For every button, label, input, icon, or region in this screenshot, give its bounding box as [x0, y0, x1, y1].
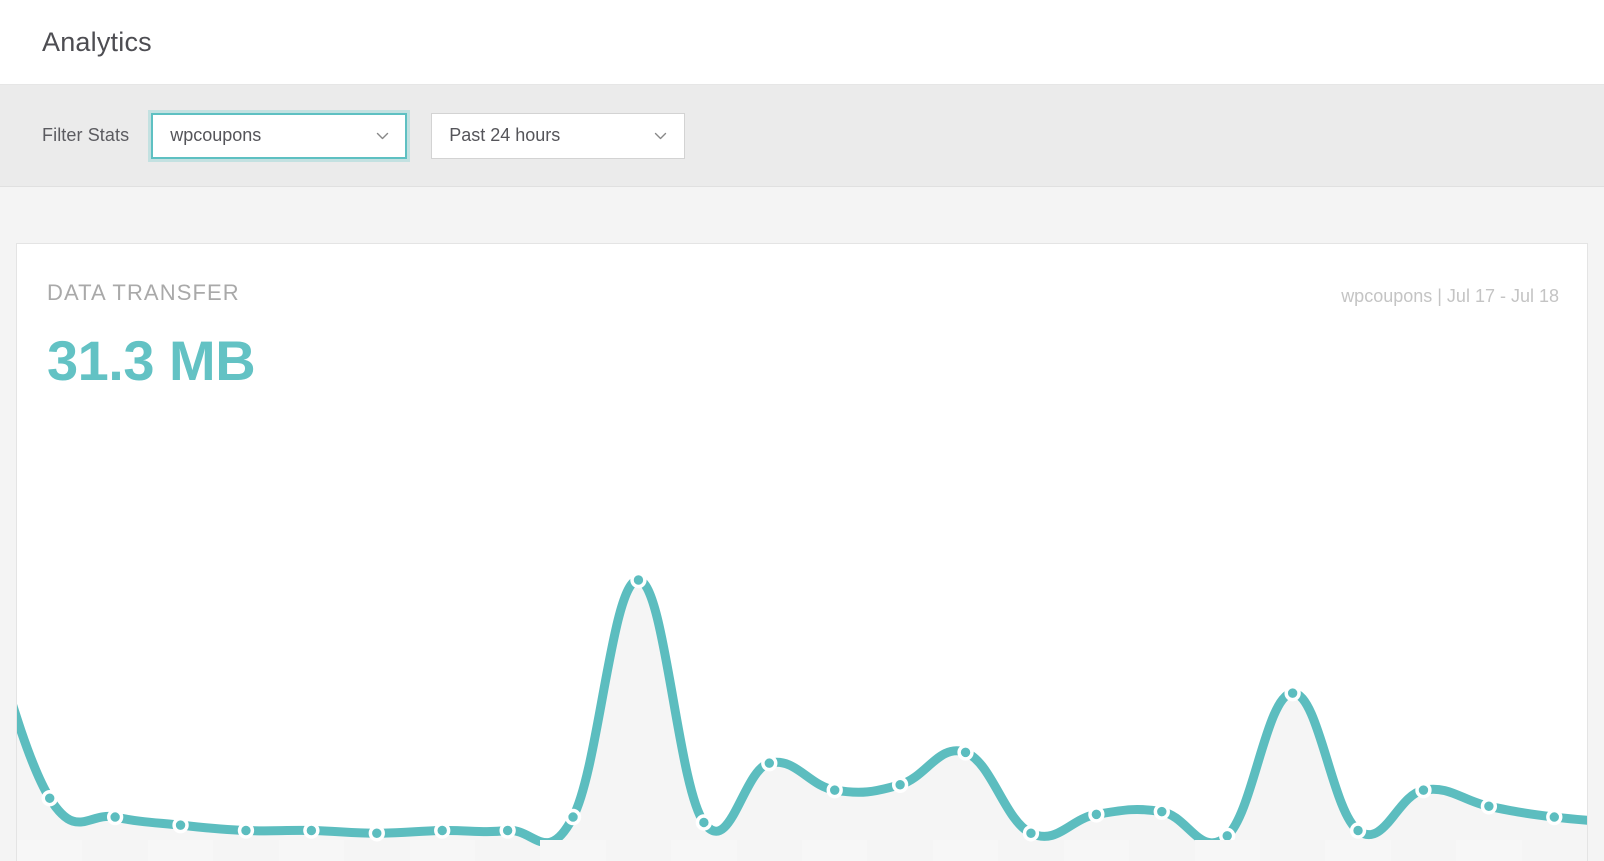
chart-data-point[interactable] [109, 811, 122, 824]
chart-data-point[interactable] [959, 746, 972, 759]
filter-stats-label: Filter Stats [42, 125, 129, 146]
chart-data-point[interactable] [1025, 827, 1038, 840]
x-axis-tick: 04:00 [344, 840, 409, 861]
page-title: Analytics [42, 27, 152, 58]
x-axis-tick: 19:00 [1325, 840, 1390, 861]
x-axis-tick: 23:00 [17, 840, 82, 861]
x-axis-tick: 16:00 [1129, 840, 1194, 861]
chart-data-point[interactable] [697, 816, 710, 829]
chart-data-point[interactable] [1090, 808, 1103, 821]
x-axis-tick: 00:00 [82, 840, 147, 861]
site-select[interactable]: wpcoupons [151, 113, 407, 159]
x-axis-tick: 12:00 [867, 840, 932, 861]
card-header: DATA TRANSFER wpcoupons | Jul 17 - Jul 1… [17, 244, 1587, 307]
chart-data-point[interactable] [436, 824, 449, 837]
x-axis-tick: 07:00 [540, 840, 605, 861]
x-axis-tick: 03:00 [279, 840, 344, 861]
x-axis-tick: 20:00 [1391, 840, 1456, 861]
chart-data-point[interactable] [763, 757, 776, 770]
page-header: Analytics [0, 0, 1604, 85]
chart-data-point[interactable] [1548, 811, 1561, 824]
x-axis-tick: 18:00 [1260, 840, 1325, 861]
x-axis-tick: 05:00 [410, 840, 475, 861]
chart-data-point[interactable] [174, 819, 187, 832]
x-axis-tick: 02:00 [213, 840, 278, 861]
chart-x-axis: 23:0000:0001:0002:0003:0004:0005:0006:00… [17, 840, 1587, 861]
chart-data-point[interactable] [1286, 687, 1299, 700]
chart-data-point[interactable] [43, 792, 56, 805]
site-select-value[interactable]: wpcoupons [151, 113, 407, 159]
chart-data-point[interactable] [370, 827, 383, 840]
chart-data-point[interactable] [501, 824, 514, 837]
chart-canvas [17, 562, 1587, 861]
content-area: DATA TRANSFER wpcoupons | Jul 17 - Jul 1… [0, 187, 1604, 861]
chart-data-point[interactable] [240, 824, 253, 837]
chart-data-point[interactable] [305, 824, 318, 837]
x-axis-tick: 22:00 [1522, 840, 1587, 861]
x-axis-tick: 21:00 [1456, 840, 1521, 861]
time-range-select-value[interactable]: Past 24 hours [431, 113, 685, 159]
chart-data-point[interactable] [1417, 784, 1430, 797]
chart-data-point[interactable] [1352, 824, 1365, 837]
card-meta: wpcoupons | Jul 17 - Jul 18 [1341, 280, 1559, 307]
chart-data-point[interactable] [567, 811, 580, 824]
chart-data-point[interactable] [1482, 800, 1495, 813]
data-transfer-chart: 23:0000:0001:0002:0003:0004:0005:0006:00… [17, 562, 1587, 861]
x-axis-tick: 17:00 [1195, 840, 1260, 861]
x-axis-tick: 14:00 [998, 840, 1063, 861]
chart-data-point[interactable] [894, 778, 907, 791]
chart-data-point[interactable] [828, 784, 841, 797]
x-axis-tick: 15:00 [1064, 840, 1129, 861]
time-range-select[interactable]: Past 24 hours [431, 113, 685, 159]
x-axis-tick: 01:00 [148, 840, 213, 861]
chart-data-point[interactable] [1155, 805, 1168, 818]
x-axis-tick: 13:00 [933, 840, 998, 861]
x-axis-tick: 10:00 [737, 840, 802, 861]
x-axis-tick: 08:00 [606, 840, 671, 861]
filter-bar: Filter Stats wpcoupons Past 24 hours [0, 85, 1604, 187]
x-axis-tick: 11:00 [802, 840, 867, 861]
chart-data-point[interactable] [632, 574, 645, 587]
data-transfer-card: DATA TRANSFER wpcoupons | Jul 17 - Jul 1… [16, 243, 1588, 861]
card-kicker: DATA TRANSFER [47, 280, 240, 306]
data-transfer-value: 31.3 MB [17, 307, 1587, 389]
x-axis-tick: 06:00 [475, 840, 540, 861]
x-axis-tick: 09:00 [671, 840, 736, 861]
